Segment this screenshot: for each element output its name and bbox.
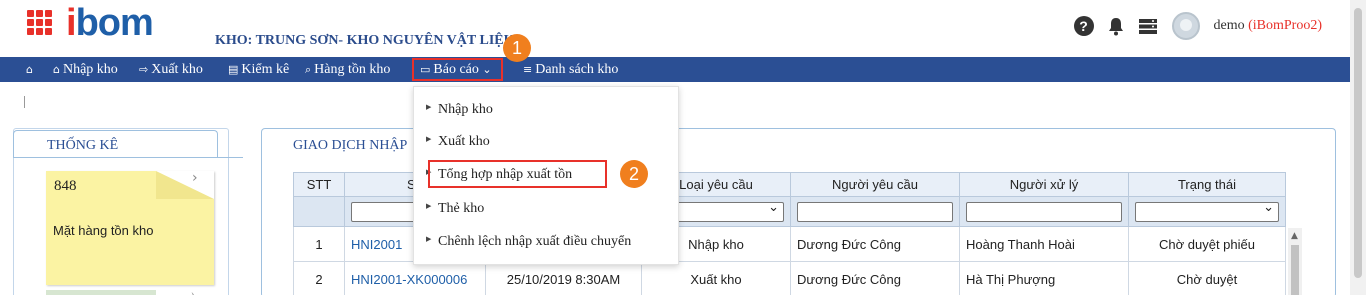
stats-divider (13, 157, 243, 158)
stats-title: THỐNG KÊ (47, 138, 119, 153)
warehouse-title: KHO: TRUNG SƠN- KHO NGUYÊN VẬT LIỆU (215, 33, 514, 48)
bullet-icon: ▶ (426, 135, 432, 143)
chevron-right-icon[interactable]: › (191, 289, 194, 295)
chevron-right-icon[interactable]: › (192, 170, 198, 186)
menu-item-transfer-diff[interactable]: ▶ Chênh lệch nhập xuất điều chuyển (426, 234, 631, 250)
avatar[interactable] (1171, 12, 1200, 40)
column-header-status[interactable]: Trạng thái (1128, 172, 1286, 197)
row-status: Chờ duyệt phiếu (1128, 226, 1286, 262)
nav-warehouse-list[interactable]: ≡ Danh sách kho (523, 57, 618, 82)
column-header-handler[interactable]: Người xử lý (959, 172, 1129, 197)
help-icon[interactable]: ? (1073, 16, 1094, 36)
menu-highlight-box (428, 160, 607, 188)
table-row[interactable]: 2 HNI2001-XK000006 25/10/2019 8:30AM Xuấ… (293, 261, 1286, 295)
nav-report[interactable]: ▭ Báo cáo ⌄ (412, 58, 503, 81)
row-number-link[interactable]: HNI2001-XK000006 (344, 261, 486, 295)
app-grid-icon[interactable] (27, 10, 52, 35)
step-badge-2: 2 (620, 160, 648, 188)
filter-cell (790, 196, 960, 227)
menu-item-stock-card[interactable]: ▶ Thẻ kho (426, 201, 484, 217)
text-cursor (24, 96, 25, 108)
filter-cell (1128, 196, 1286, 227)
export-icon: ⇨ (139, 63, 149, 76)
nav-inventory[interactable]: ⌕ Hàng tồn kho (305, 57, 390, 82)
row-handler: Hoàng Thanh Hoài (959, 226, 1129, 262)
row-requester: Dương Đức Công (790, 226, 960, 262)
requester-filter-input[interactable] (797, 201, 953, 222)
second-card[interactable] (46, 290, 156, 295)
status-filter-select[interactable] (1135, 200, 1279, 222)
row-type: Xuất kho (641, 261, 791, 295)
column-header-stt[interactable]: STT (293, 172, 345, 197)
app-header: ibom KHO: TRUNG SƠN- KHO NGUYÊN VẬT LIỆU… (0, 0, 1366, 57)
row-stt: 1 (293, 226, 345, 262)
bullet-icon: ▶ (426, 202, 432, 210)
row-requester: Dương Đức Công (790, 261, 960, 295)
scroll-thumb[interactable] (1291, 245, 1299, 295)
page-scroll-thumb[interactable] (1354, 8, 1362, 278)
header-actions: ? demo (iBomProo2) (1073, 12, 1323, 40)
menu-item-import[interactable]: ▶ Nhập kho (426, 102, 493, 118)
bullet-icon: ▶ (426, 103, 432, 111)
ibom-logo[interactable]: ibom (66, 2, 154, 45)
menu-item-export[interactable]: ▶ Xuất kho (426, 134, 490, 150)
list-icon: ≡ (523, 63, 533, 76)
column-header-requester[interactable]: Người yêu cầu (790, 172, 960, 197)
stocktake-icon: ▤ (228, 63, 239, 76)
main-nav: ⌂ ⌂ Nhập kho ⇨ Xuất kho ▤ Kiểm kê ⌕ Hàng tồn… (0, 57, 1350, 82)
monitor-icon: ▭ (420, 63, 431, 76)
bell-icon[interactable] (1108, 16, 1124, 36)
warehouse-icon: ⌂ (53, 63, 60, 76)
chevron-down-icon: ⌄ (482, 63, 492, 76)
inventory-icon: ⌕ (305, 63, 312, 76)
filter-cell (293, 196, 345, 227)
server-icon[interactable] (1138, 17, 1158, 35)
transactions-title: GIAO DỊCH NHẬP (293, 138, 408, 153)
user-name[interactable]: demo (iBomProo2) (1214, 18, 1323, 34)
home-icon[interactable]: ⌂ (26, 57, 36, 82)
nav-stocktake[interactable]: ▤ Kiểm kê (228, 57, 289, 82)
handler-filter-input[interactable] (966, 201, 1122, 222)
bullet-icon: ▶ (426, 235, 432, 243)
row-status: Chờ duyệt (1128, 261, 1286, 295)
stock-label: Mặt hàng tồn kho (53, 223, 154, 238)
page-scrollbar[interactable] (1350, 0, 1366, 295)
nav-import[interactable]: ⌂ Nhập kho (53, 57, 118, 82)
stock-count: 848 (54, 178, 77, 194)
step-badge-1: 1 (503, 34, 531, 62)
row-date: 25/10/2019 8:30AM (485, 261, 642, 295)
scroll-up-icon[interactable]: ▲ (1291, 231, 1298, 241)
nav-export[interactable]: ⇨ Xuất kho (139, 57, 203, 82)
table-scrollbar[interactable]: ▲ (1288, 228, 1302, 295)
row-stt: 2 (293, 261, 345, 295)
filter-cell (959, 196, 1129, 227)
row-handler: Hà Thị Phượng (959, 261, 1129, 295)
